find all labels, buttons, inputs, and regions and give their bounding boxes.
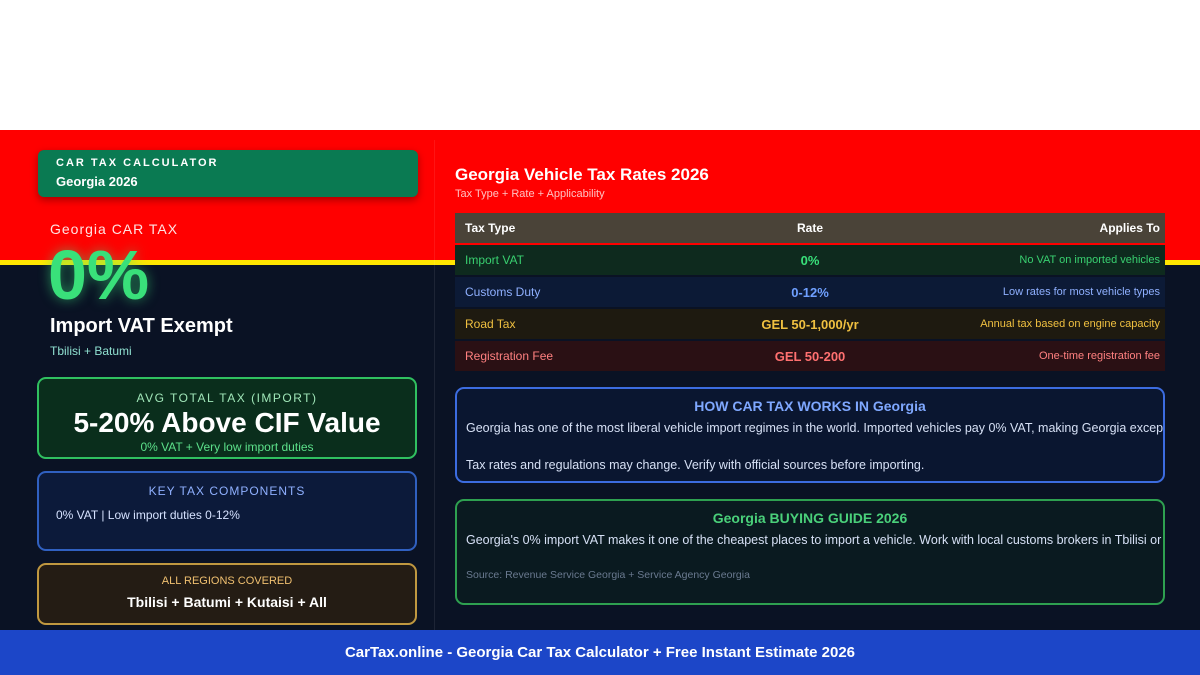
brand-subtitle: Georgia 2026 bbox=[56, 174, 138, 189]
row-tax-type: Registration Fee bbox=[465, 349, 554, 363]
guide-box-title: Georgia BUYING GUIDE 2026 bbox=[712, 510, 908, 526]
header-white-band bbox=[0, 0, 1200, 130]
how-box-title: HOW CAR TAX WORKS IN Georgia bbox=[694, 398, 926, 414]
row-tax-type: Customs Duty bbox=[465, 285, 541, 299]
row-applies-to: Low rates for most vehicle types bbox=[1002, 286, 1160, 298]
row-tax-type: Import VAT bbox=[465, 253, 524, 267]
footer-banner[interactable]: CarTax.online - Georgia Car Tax Calculat… bbox=[0, 630, 1200, 675]
how-it-works-box: HOW CAR TAX WORKS IN Georgia Georgia has… bbox=[455, 387, 1165, 483]
avg-card-note: 0% VAT + Very low import duties bbox=[140, 440, 314, 454]
key-components-card: KEY TAX COMPONENTS 0% VAT | Low import d… bbox=[37, 471, 417, 551]
brand-badge: CAR TAX CALCULATOR Georgia 2026 bbox=[38, 150, 418, 197]
header-applies-to: Applies To bbox=[1099, 221, 1160, 235]
brand-title: CAR TAX CALCULATOR bbox=[56, 157, 219, 169]
table-row: Road Tax GEL 50-1,000/yr Annual tax base… bbox=[455, 309, 1165, 339]
table-row: Customs Duty 0-12% Low rates for most ve… bbox=[455, 277, 1165, 307]
table-header-row: Tax Type Rate Applies To bbox=[455, 213, 1165, 243]
guide-box-source: Source: Revenue Service Georgia + Servic… bbox=[466, 569, 750, 581]
row-rate: GEL 50-1,000/yr bbox=[761, 316, 859, 332]
how-box-paragraph: Georgia has one of the most liberal vehi… bbox=[466, 421, 1165, 435]
hero-value: 0% bbox=[48, 236, 150, 314]
avg-card-label: AVG TOTAL TAX (IMPORT) bbox=[136, 391, 318, 405]
row-rate: 0-12% bbox=[791, 284, 829, 300]
avg-total-tax-card: AVG TOTAL TAX (IMPORT) 5-20% Above CIF V… bbox=[37, 377, 417, 459]
avg-card-value: 5-20% Above CIF Value bbox=[73, 407, 381, 438]
key-card-value: 0% VAT | Low import duties 0-12% bbox=[56, 508, 240, 522]
regions-card: ALL REGIONS COVERED Tbilisi + Batumi + K… bbox=[37, 563, 417, 625]
header-rate: Rate bbox=[796, 221, 823, 235]
table-row: Import VAT 0% No VAT on imported vehicle… bbox=[455, 245, 1165, 275]
rates-subtitle: Tax Type + Rate + Applicability bbox=[455, 188, 605, 200]
rates-title: Georgia Vehicle Tax Rates 2026 bbox=[455, 165, 709, 184]
regions-card-value: Tbilisi + Batumi + Kutaisi + All bbox=[127, 594, 327, 610]
table-row: Registration Fee GEL 50-200 One-time reg… bbox=[455, 341, 1165, 371]
header-tax-type: Tax Type bbox=[465, 221, 516, 235]
buying-guide-box: Georgia BUYING GUIDE 2026 Georgia's 0% i… bbox=[455, 499, 1165, 605]
row-applies-to: One-time registration fee bbox=[1038, 350, 1160, 362]
column-divider bbox=[434, 140, 435, 630]
regions-card-label: ALL REGIONS COVERED bbox=[161, 575, 293, 587]
row-applies-to: Annual tax based on engine capacity bbox=[980, 318, 1160, 330]
guide-box-paragraph: Georgia's 0% import VAT makes it one of … bbox=[466, 533, 1165, 547]
hero-cities: Tbilisi + Batumi bbox=[50, 344, 132, 358]
rates-table: Tax Type Rate Applies To Import VAT 0% N… bbox=[455, 213, 1165, 373]
row-tax-type: Road Tax bbox=[465, 317, 516, 331]
how-box-disclaimer: Tax rates and regulations may change. Ve… bbox=[466, 458, 925, 472]
row-applies-to: No VAT on imported vehicles bbox=[1019, 254, 1160, 266]
hero-label: Georgia CAR TAX bbox=[50, 221, 179, 237]
row-rate: GEL 50-200 bbox=[774, 348, 846, 364]
key-card-label: KEY TAX COMPONENTS bbox=[148, 484, 306, 498]
hero-headline: Import VAT Exempt bbox=[50, 315, 233, 337]
row-rate: 0% bbox=[800, 252, 820, 268]
